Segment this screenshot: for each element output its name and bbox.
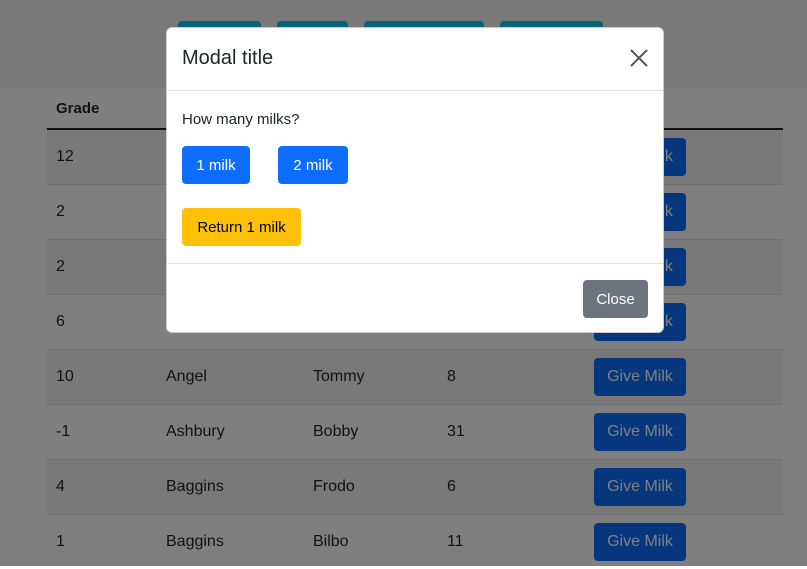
milk-question: How many milks? (182, 111, 300, 128)
modal-header: Modal title (167, 28, 663, 91)
modal-title: Modal title (182, 47, 273, 70)
modal-body: How many milks? 1 milk 2 milk Return 1 m… (167, 91, 663, 263)
return-milk-button[interactable]: Return 1 milk (182, 208, 301, 246)
milk-modal: Modal title How many milks? 1 milk 2 mil… (166, 27, 664, 333)
close-button[interactable]: Close (583, 280, 648, 318)
close-icon[interactable] (629, 48, 649, 68)
two-milk-button[interactable]: 2 milk (278, 146, 348, 184)
modal-footer: Close (167, 263, 663, 333)
one-milk-button[interactable]: 1 milk (182, 146, 250, 184)
